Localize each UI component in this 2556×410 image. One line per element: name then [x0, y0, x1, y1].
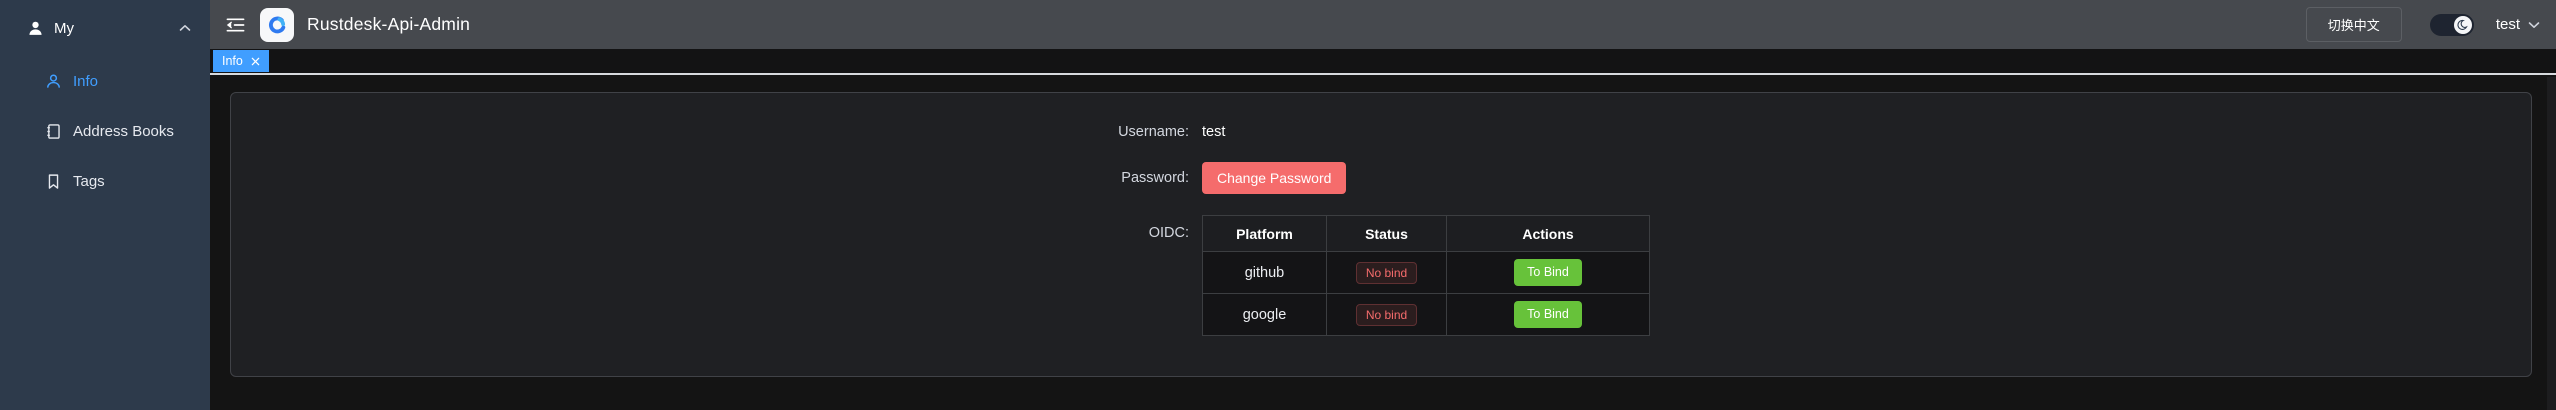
column-header-status: Status [1327, 216, 1447, 252]
sidebar-item-label: Address Books [73, 123, 174, 140]
to-bind-button-github[interactable]: To Bind [1514, 259, 1582, 286]
table-row-google: google No bind To Bind [1203, 294, 1650, 336]
platform-cell: google [1203, 294, 1327, 336]
chevron-down-icon [2528, 21, 2540, 29]
address-book-icon [45, 123, 62, 140]
tab-close-icon[interactable] [251, 57, 260, 66]
switch-language-button[interactable]: 切换中文 [2306, 7, 2402, 42]
user-info-card: Username: test Password: Change Password… [230, 92, 2532, 377]
top-header: Rustdesk-Api-Admin 切换中文 test [210, 0, 2556, 49]
tab-info[interactable]: Info [213, 50, 269, 72]
main-content: Username: test Password: Change Password… [210, 77, 2556, 410]
sidebar-item-info[interactable]: Info [0, 56, 210, 106]
actions-cell: To Bind [1447, 294, 1650, 336]
sidebar-group-my[interactable]: My [0, 0, 210, 56]
oidc-table-header-row: Platform Status Actions [1203, 216, 1650, 252]
column-header-platform: Platform [1203, 216, 1327, 252]
oidc-table: Platform Status Actions github No bind T… [1202, 215, 1650, 336]
username-row: Username: test [231, 118, 2531, 146]
app-title: Rustdesk-Api-Admin [307, 14, 470, 35]
rustdesk-logo-icon [260, 8, 294, 42]
column-header-actions: Actions [1447, 216, 1650, 252]
user-menu-label: test [2496, 16, 2520, 33]
user-menu[interactable]: test [2496, 16, 2540, 33]
sidebar-item-address-books[interactable]: Address Books [0, 106, 210, 156]
bookmark-icon [45, 173, 62, 190]
sidebar-group-label: My [54, 20, 74, 37]
tags-view-bar: Info [210, 49, 2556, 75]
user-filled-icon [27, 20, 44, 37]
table-row-github: github No bind To Bind [1203, 252, 1650, 294]
oidc-label: OIDC: [231, 215, 1189, 241]
scrollbar[interactable] [2547, 77, 2556, 410]
chevron-up-icon [179, 24, 191, 32]
sidebar: My Info Address Books [0, 0, 210, 410]
status-cell: No bind [1327, 294, 1447, 336]
tab-label: Info [222, 54, 243, 68]
status-badge: No bind [1356, 304, 1417, 326]
change-password-button[interactable]: Change Password [1202, 162, 1346, 194]
username-label: Username: [231, 124, 1189, 140]
sidebar-item-label: Tags [73, 173, 105, 190]
status-cell: No bind [1327, 252, 1447, 294]
oidc-row: OIDC: Platform Status Actions github No … [231, 215, 2531, 336]
status-badge: No bind [1356, 262, 1417, 284]
menu-fold-icon[interactable] [226, 17, 245, 33]
actions-cell: To Bind [1447, 252, 1650, 294]
sidebar-item-label: Info [73, 73, 98, 90]
dark-mode-toggle[interactable] [2430, 14, 2474, 36]
platform-cell: github [1203, 252, 1327, 294]
to-bind-button-google[interactable]: To Bind [1514, 301, 1582, 328]
username-value: test [1202, 124, 1225, 140]
user-icon [45, 73, 62, 90]
sidebar-item-tags[interactable]: Tags [0, 156, 210, 206]
moon-icon [2457, 19, 2469, 31]
password-row: Password: Change Password [231, 162, 2531, 194]
toggle-knob [2454, 16, 2472, 34]
password-label: Password: [231, 170, 1189, 186]
